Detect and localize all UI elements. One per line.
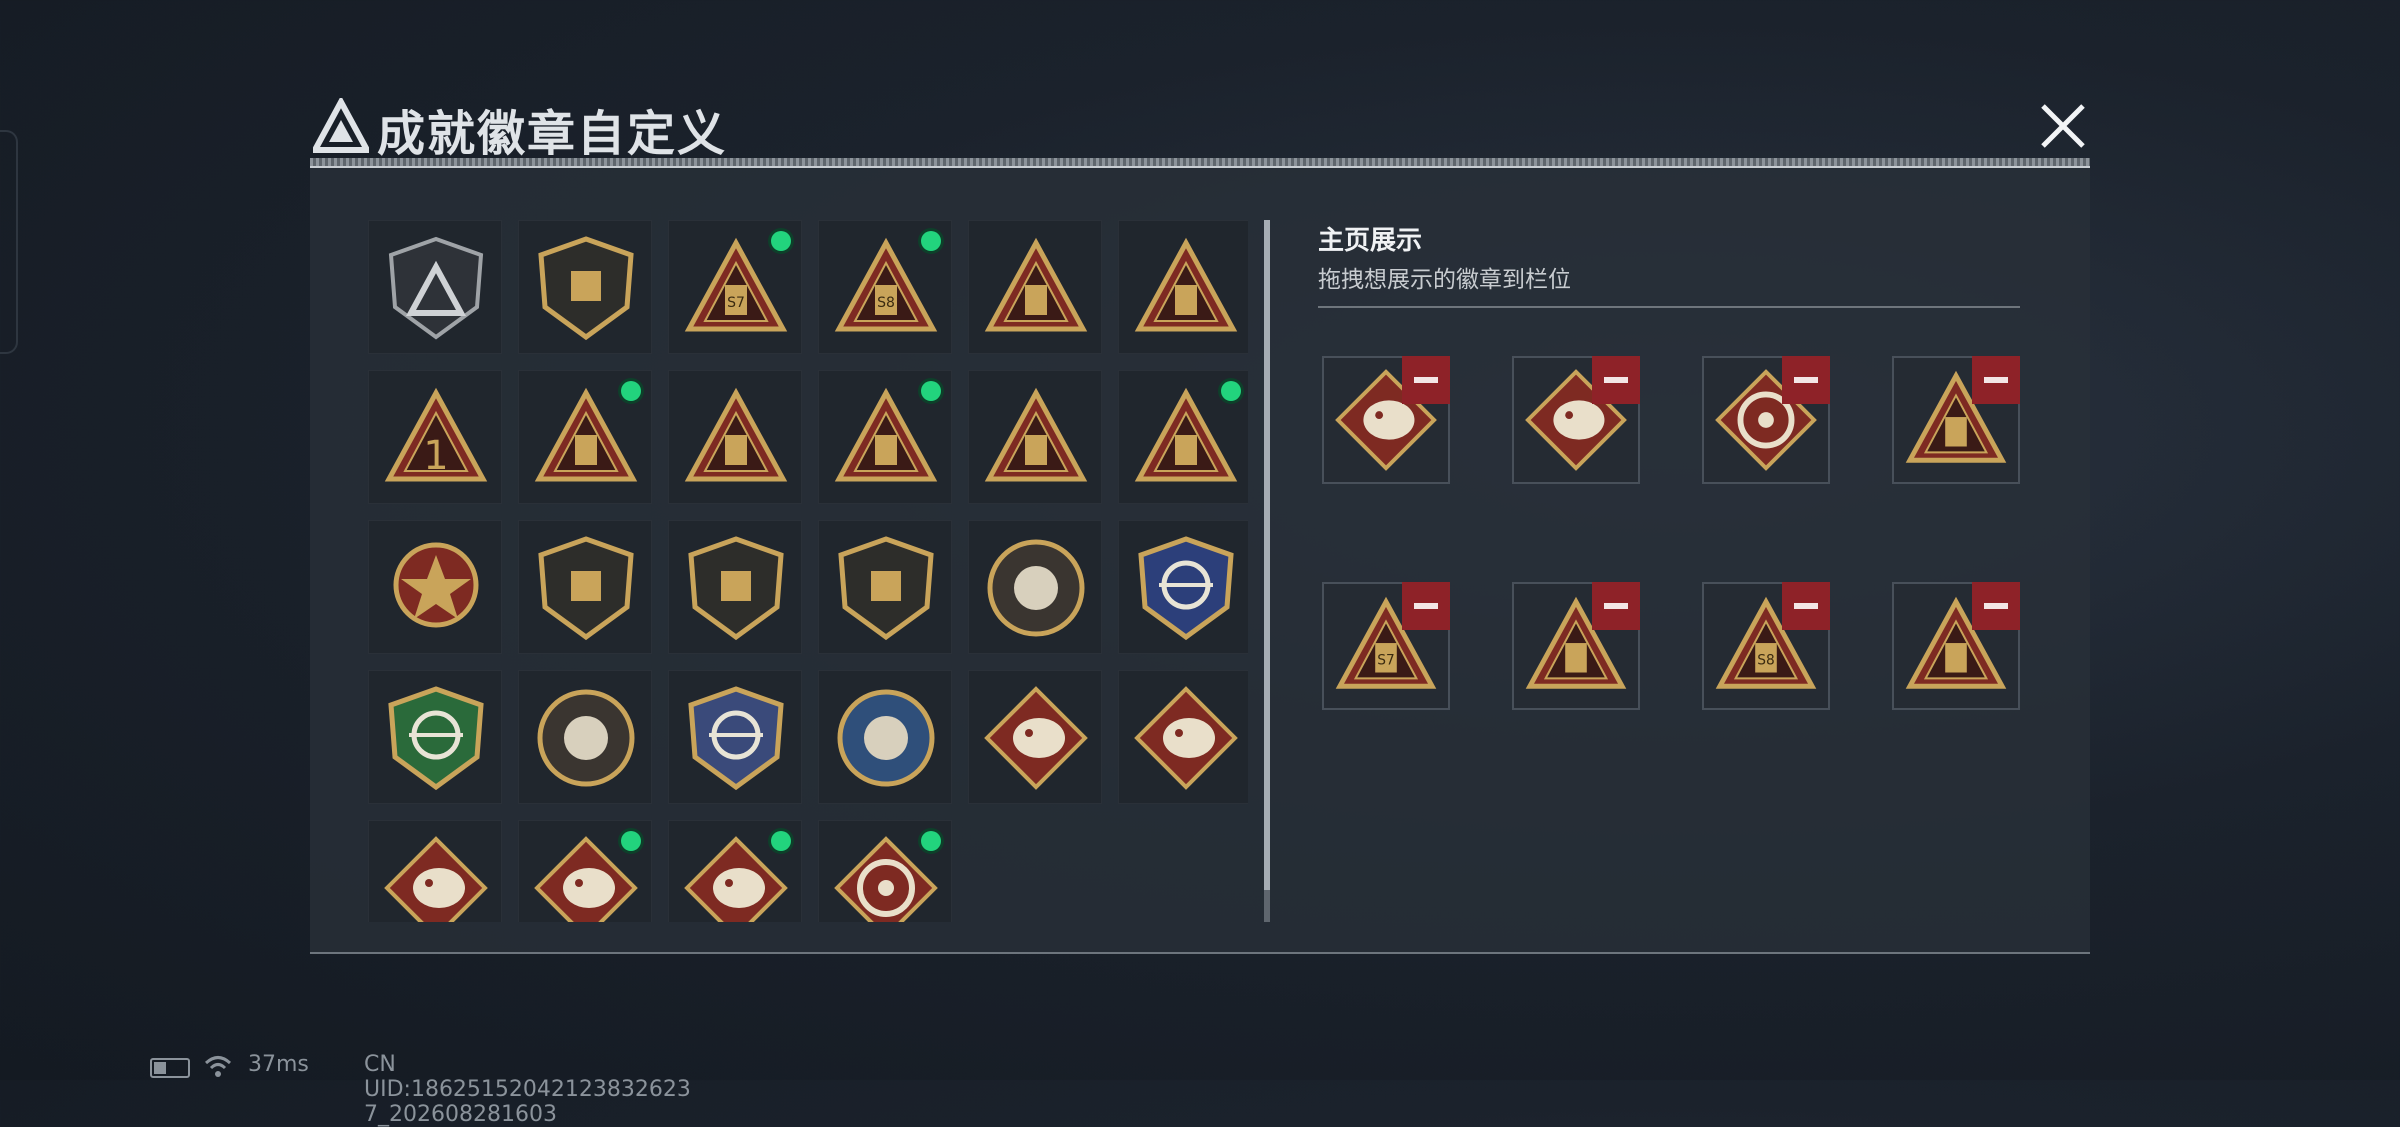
new-indicator-dot xyxy=(771,231,791,251)
badge-cell[interactable] xyxy=(1118,220,1248,354)
showcase-slot[interactable] xyxy=(1322,356,1450,484)
scrollbar-thumb[interactable] xyxy=(1264,220,1270,890)
new-indicator-dot xyxy=(1221,381,1241,401)
badge-cell[interactable] xyxy=(1118,370,1248,504)
ping-readout: 37ms xyxy=(248,1052,309,1077)
side-drawer-tab[interactable] xyxy=(0,130,18,354)
badge-cell[interactable] xyxy=(518,820,652,922)
round-crest-badge-icon xyxy=(987,539,1085,637)
star-crest-badge-icon xyxy=(688,536,784,641)
new-indicator-dot xyxy=(621,831,641,851)
badge-cell[interactable] xyxy=(668,670,802,804)
remove-badge-button[interactable] xyxy=(1972,356,2020,404)
title-bar: 成就徽章自定义 xyxy=(305,90,2095,162)
badge-cell[interactable] xyxy=(518,370,652,504)
page-title: 成就徽章自定义 xyxy=(377,106,728,162)
showcase-slot[interactable]: S8 xyxy=(1702,582,1830,710)
s7-tower-triangle-badge-icon: S7 xyxy=(684,237,788,332)
badge-cell[interactable] xyxy=(818,670,952,804)
showcase-title: 主页展示 xyxy=(1318,226,1423,256)
blue-crosshair-shield-badge-icon xyxy=(1138,536,1234,641)
showcase-divider xyxy=(1318,306,2020,308)
svg-text:S7: S7 xyxy=(727,295,745,311)
remove-badge-button[interactable] xyxy=(1782,356,1830,404)
new-indicator-dot xyxy=(771,831,791,851)
new-indicator-dot xyxy=(921,381,941,401)
badge-cell[interactable] xyxy=(518,520,652,654)
triangle-logo-icon xyxy=(313,98,369,153)
svg-text:1: 1 xyxy=(423,433,448,479)
showcase-slot[interactable] xyxy=(1892,356,2020,484)
svg-text:S8: S8 xyxy=(1757,653,1774,669)
badge-cell[interactable] xyxy=(368,220,502,354)
badge-grid: S7 S8 1 xyxy=(368,220,1248,922)
badge-scrollbar[interactable] xyxy=(1264,220,1270,922)
badge-cell[interactable] xyxy=(968,220,1102,354)
badge-panel: S7 S8 1 主页展示 拖拽想展示的徽章到栏位 S7 S8 xyxy=(310,168,2090,954)
remove-badge-button[interactable] xyxy=(1592,356,1640,404)
skull-swords-triangle-badge-icon xyxy=(984,237,1088,332)
dragon-diamond-badge-icon xyxy=(984,686,1088,790)
remove-badge-button[interactable] xyxy=(1972,582,2020,630)
badge-cell[interactable] xyxy=(518,220,652,354)
s8-tower-triangle-badge-icon: S8 xyxy=(834,237,938,332)
battery-icon xyxy=(150,1058,190,1078)
gold-crosshair-shield-badge-icon xyxy=(688,686,784,791)
badge-cell[interactable] xyxy=(668,520,802,654)
badge-cell[interactable] xyxy=(968,370,1102,504)
badge-cell[interactable] xyxy=(368,820,502,922)
ship-triangle-badge-icon xyxy=(1134,237,1238,332)
new-indicator-dot xyxy=(621,381,641,401)
badge-cell[interactable]: S7 xyxy=(668,220,802,354)
dice-shield-badge-icon xyxy=(838,536,934,641)
remove-badge-button[interactable] xyxy=(1592,582,1640,630)
badge-cell[interactable] xyxy=(368,670,502,804)
remove-badge-button[interactable] xyxy=(1782,582,1830,630)
showcase-slot[interactable] xyxy=(1892,582,2020,710)
squad-triangle-badge-icon xyxy=(984,387,1088,482)
showcase-slot[interactable]: S7 xyxy=(1322,582,1450,710)
showcase-slot[interactable] xyxy=(1512,356,1640,484)
badge-cell[interactable] xyxy=(1118,520,1248,654)
badge-cell[interactable] xyxy=(968,520,1102,654)
new-indicator-dot xyxy=(921,831,941,851)
badge-cell[interactable] xyxy=(818,820,952,922)
silver-shield-triangle-badge-icon xyxy=(388,236,484,340)
badge-cell[interactable] xyxy=(968,670,1102,804)
remove-badge-button[interactable] xyxy=(1402,582,1450,630)
dice-hands-triangle-badge-icon xyxy=(834,387,938,482)
new-indicator-dot xyxy=(921,231,941,251)
badge-cell[interactable] xyxy=(668,370,802,504)
showcase-subtitle: 拖拽想展示的徽章到栏位 xyxy=(1318,267,1571,293)
rocket-triangle-badge-icon xyxy=(1134,387,1238,482)
badge-cell[interactable] xyxy=(818,370,952,504)
svg-text:S8: S8 xyxy=(877,295,895,311)
rifle-round-shield-badge-icon xyxy=(537,689,635,787)
badge-cell[interactable] xyxy=(1118,670,1248,804)
showcase-slot[interactable] xyxy=(1512,582,1640,710)
badge-cell[interactable]: 1 xyxy=(368,370,502,504)
wifi-icon xyxy=(204,1056,232,1077)
runner-diamond-badge-icon xyxy=(384,836,488,922)
soldier-triangle-badge-icon xyxy=(684,387,788,482)
green-crosshair-shield-badge-icon xyxy=(388,686,484,791)
remove-badge-button[interactable] xyxy=(1402,356,1450,404)
badge-cell[interactable] xyxy=(668,820,802,922)
title-divider xyxy=(310,158,2090,168)
badge-cell[interactable] xyxy=(818,520,952,654)
eagle-coin-badge-icon xyxy=(837,689,935,787)
uid-readout: CN UID:18625152042123832623 7_2026082816… xyxy=(364,1052,691,1127)
emblem-shield-badge-icon xyxy=(538,536,634,641)
number-one-triangle-badge-icon: 1 xyxy=(384,387,488,482)
showcase-slot[interactable] xyxy=(1702,356,1830,484)
dragon-diamond-badge-2-icon xyxy=(1134,686,1238,790)
crate-triangle-badge-icon xyxy=(534,387,638,482)
badge-cell[interactable] xyxy=(368,520,502,654)
badge-cell[interactable] xyxy=(518,670,652,804)
helicopter-shield-badge-icon xyxy=(538,236,634,341)
badge-cell[interactable]: S8 xyxy=(818,220,952,354)
svg-text:S7: S7 xyxy=(1377,653,1394,669)
star-medal-badge-icon xyxy=(393,542,479,628)
close-icon[interactable] xyxy=(2031,94,2095,158)
